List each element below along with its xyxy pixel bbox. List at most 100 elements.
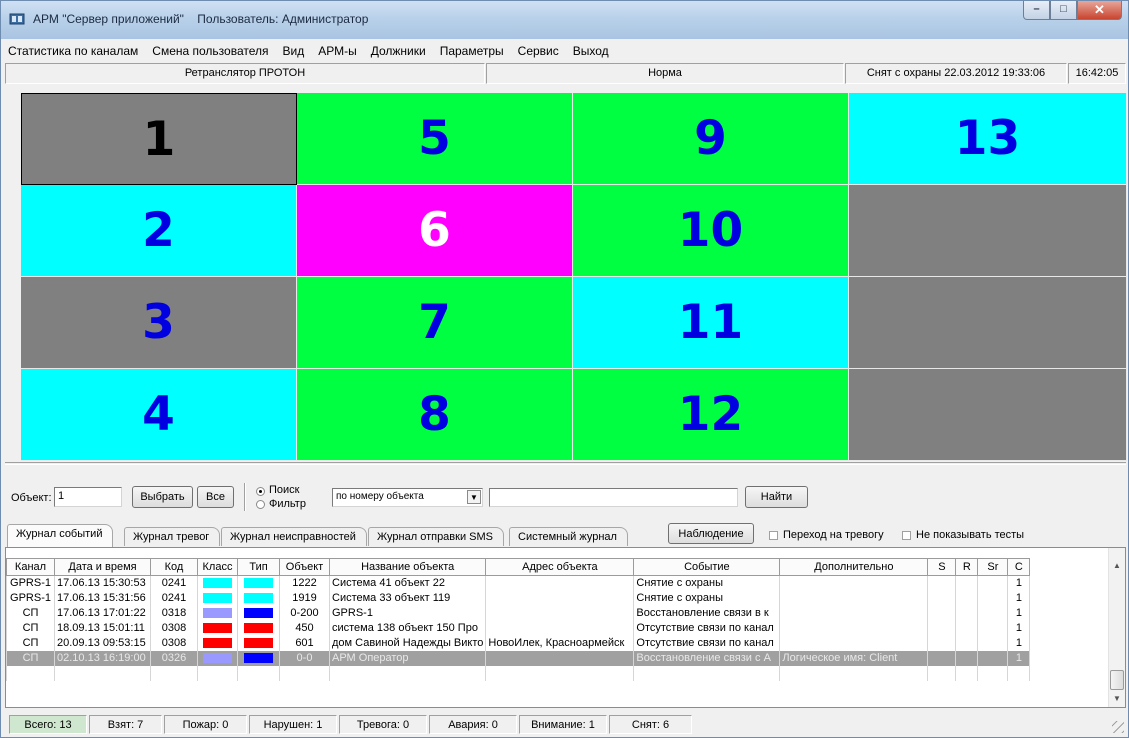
table-row[interactable]: GPRS-1 17.06.13 15:31:56 0241 1919 Система 3… [6, 590, 1031, 606]
channel-cell[interactable]: 10 [573, 185, 849, 277]
channel-cell[interactable]: 9 [573, 93, 849, 185]
maximize-button[interactable]: □ [1050, 1, 1077, 20]
hide-tests-checkbox[interactable] [902, 531, 911, 540]
scroll-down-icon[interactable]: ▼ [1109, 691, 1125, 707]
row-channel: СП [6, 620, 55, 636]
col-header-class[interactable]: Класс [197, 558, 238, 576]
row-event: Снятие с охраны [633, 590, 781, 606]
row-c: 1 [1007, 590, 1031, 606]
channel-cell[interactable]: 7 [297, 277, 573, 369]
row-object-address [485, 590, 635, 606]
clock: 16:42:05 [1068, 63, 1126, 84]
menu-workstations[interactable]: АРМ-ы [310, 42, 363, 61]
alarm-jump-label: Переход на тревогу [783, 529, 884, 541]
col-header-c[interactable]: C [1007, 558, 1031, 576]
table-row[interactable]: СП 20.09.13 09:53:15 0308 601 дом Савиной На… [6, 635, 1031, 651]
col-header-datetime[interactable]: Дата и время [54, 558, 151, 576]
scroll-up-icon[interactable]: ▲ [1109, 558, 1125, 574]
row-type-swatch [237, 635, 280, 651]
menu-service[interactable]: Сервис [510, 42, 565, 61]
menu-parameters[interactable]: Параметры [432, 42, 510, 61]
object-input[interactable]: 1 [54, 487, 122, 507]
color-swatch [244, 578, 273, 589]
object-label: Объект: [11, 492, 52, 504]
find-button[interactable]: Найти [745, 486, 808, 508]
tab-events-log[interactable]: Журнал событий [7, 524, 114, 547]
channel-cell[interactable]: 2 [21, 185, 297, 277]
row-object: 601 [279, 635, 330, 651]
empty-cell [237, 665, 280, 681]
col-header-object-name[interactable]: Название объекта [328, 558, 487, 576]
maximize-icon: □ [1060, 3, 1067, 15]
channel-cell[interactable]: 4 [21, 369, 297, 461]
channel-cell[interactable] [849, 369, 1127, 461]
channel-cell[interactable]: 13 [849, 93, 1127, 185]
row-channel: GPRS-1 [6, 590, 55, 606]
splitter[interactable] [5, 462, 1126, 465]
filter-radio[interactable] [256, 500, 265, 509]
row-object-name: GPRS-1 [328, 605, 487, 621]
search-query-input[interactable] [489, 488, 738, 507]
observe-button[interactable]: Наблюдение [668, 523, 754, 544]
channel-cell[interactable]: 12 [573, 369, 849, 461]
col-header-type[interactable]: Тип [237, 558, 280, 576]
col-header-object[interactable]: Объект [279, 558, 330, 576]
col-header-event[interactable]: Событие [633, 558, 781, 576]
menu-channel-stats[interactable]: Статистика по каналам [2, 42, 144, 61]
menu-view[interactable]: Вид [275, 42, 311, 61]
row-class-swatch [197, 650, 238, 666]
menu-change-user[interactable]: Смена пользователя [144, 42, 274, 61]
row-datetime: 02.10.13 16:19:00 [54, 650, 151, 666]
counter-violated: Нарушен: 1 [249, 715, 337, 734]
menu-bar: Статистика по каналам Смена пользователя… [2, 42, 615, 61]
search-mode-select[interactable]: по номеру объекта [332, 488, 483, 507]
col-header-s[interactable]: S [927, 558, 957, 576]
select-button[interactable]: Выбрать [132, 486, 193, 508]
all-button[interactable]: Все [197, 486, 234, 508]
channel-cell[interactable]: 3 [21, 277, 297, 369]
col-header-channel[interactable]: Канал [6, 558, 55, 576]
close-button[interactable]: ✕ [1077, 1, 1122, 20]
col-header-object-address[interactable]: Адрес объекта [485, 558, 635, 576]
row-object: 1919 [279, 590, 330, 606]
tab-faults-log[interactable]: Журнал неисправностей [221, 527, 367, 546]
channel-cell[interactable]: 11 [573, 277, 849, 369]
minimize-button[interactable]: – [1023, 1, 1050, 20]
dropdown-arrow-icon[interactable]: ▼ [467, 490, 481, 504]
row-type-swatch [237, 590, 280, 606]
table-header: Канал Дата и время Код Класс Тип Объект … [6, 558, 1031, 576]
channel-grid: 1 5 9 13 2 6 10 3 7 11 4 8 12 [21, 93, 1127, 461]
col-header-code[interactable]: Код [150, 558, 198, 576]
color-swatch [244, 638, 273, 648]
device-state: Норма [486, 63, 844, 84]
table-row[interactable]: GPRS-1 17.06.13 15:30:53 0241 1222 Система 4… [6, 575, 1031, 591]
channel-cell[interactable] [849, 277, 1127, 369]
tab-system-log[interactable]: Системный журнал [509, 527, 628, 546]
channel-cell[interactable]: 6 [297, 185, 573, 277]
channel-cell[interactable]: 8 [297, 369, 573, 461]
table-row[interactable]: СП 17.06.13 17:01:22 0318 0-200 GPRS-1 Восста… [6, 605, 1031, 621]
title-bar[interactable]: АРМ "Сервер приложений" Пользователь: Ад… [1, 1, 1128, 39]
alarm-jump-checkbox[interactable] [769, 531, 778, 540]
col-header-extra[interactable]: Дополнительно [779, 558, 929, 576]
col-header-r[interactable]: R [955, 558, 979, 576]
col-header-sr[interactable]: Sr [977, 558, 1009, 576]
menu-debtors[interactable]: Должники [363, 42, 432, 61]
scroll-thumb[interactable] [1110, 670, 1124, 690]
resize-grip-icon[interactable] [1112, 721, 1124, 733]
channel-cell[interactable] [849, 185, 1127, 277]
counter-failure: Авария: 0 [429, 715, 517, 734]
row-s [927, 605, 957, 621]
table-row[interactable]: СП 18.09.13 15:01:11 0308 450 система 138 об… [6, 620, 1031, 636]
tab-alarms-log[interactable]: Журнал тревог [124, 527, 221, 546]
table-row[interactable]: СП 02.10.13 16:19:00 0326 0-0 АРМ Оператор Во… [6, 650, 1031, 666]
channel-cell[interactable]: 5 [297, 93, 573, 185]
row-sr [977, 575, 1009, 591]
counter-total: Всего: 13 [9, 715, 87, 734]
menu-exit[interactable]: Выход [565, 42, 615, 61]
channel-cell[interactable]: 1 [21, 93, 297, 185]
search-radio[interactable] [256, 487, 265, 496]
row-c: 1 [1007, 575, 1031, 591]
tab-sms-log[interactable]: Журнал отправки SMS [368, 527, 504, 546]
table-scrollbar[interactable]: ▲ ▼ [1108, 548, 1125, 707]
